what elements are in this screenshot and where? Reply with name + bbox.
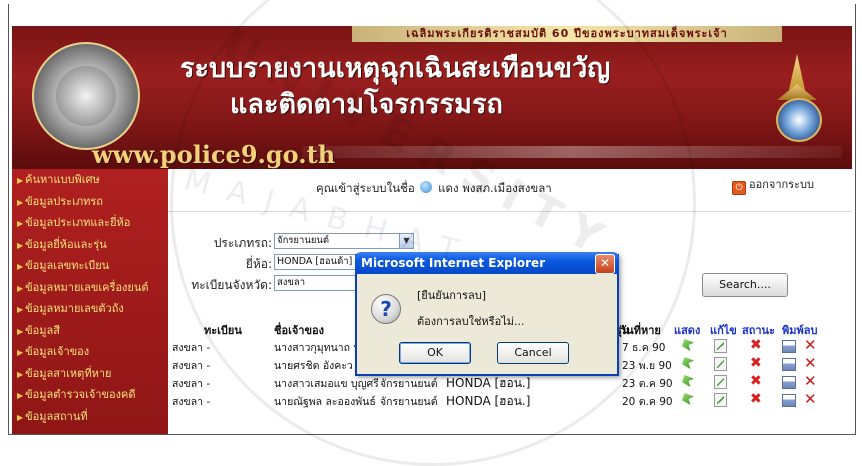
chevron-down-icon[interactable]: ▼ — [399, 234, 413, 248]
vehicle-type-label: ประเภทรถ: — [213, 236, 272, 250]
vehicle-type-select[interactable]: จักรยานยนต์ ▼ — [274, 233, 414, 249]
status-x-icon[interactable]: ✖ — [750, 391, 762, 407]
bullet-arrow-icon: ▶ — [17, 240, 24, 250]
confirm-dialog: Microsoft Internet Explorer ✕ ? [ยืนยันก… — [355, 252, 619, 376]
bullet-arrow-icon: ▶ — [17, 219, 24, 228]
logout-link[interactable]: ⏻ ออกจากระบบ — [732, 175, 814, 195]
sidebar-item-plate[interactable]: ▶ ข้อมูลเลขทะเบียน — [12, 255, 168, 277]
province-label: ทะเบียนจังหวัด: — [191, 278, 272, 292]
delete-icon[interactable]: ✕ — [804, 390, 817, 408]
delete-icon[interactable]: ✕ — [804, 372, 817, 390]
welcome-text: คุณเข้าสู่ระบบในชื่อ แดง พงสภ.เมืองสงขลา — [316, 181, 552, 195]
table-row: สงขลา - นายณัฐพล ละอองพันธ์ จักรยานยนต์ … — [172, 390, 817, 408]
brand-select[interactable]: HONDA [ฮอนด้า] — [274, 254, 360, 270]
search-button[interactable]: Search.... — [702, 273, 788, 297]
sidebar-item-engine-number[interactable]: ▶ ข้อมูลหมายเลขเครื่องยนต์ — [12, 277, 168, 299]
ok-button[interactable]: OK — [399, 342, 471, 364]
sidebar-item-type-brand[interactable]: ▶ ข้อมูลประเภทและยี่ห้อ — [12, 212, 168, 234]
site-title-line2: และติดตามโจรกรรมรถ — [230, 89, 503, 120]
bullet-arrow-icon: ▶ — [17, 176, 24, 185]
dialog-message: ต้องการลบใช่หรือไม่... — [417, 315, 525, 328]
cancel-button[interactable]: Cancel — [497, 342, 569, 364]
sidebar-item-brand-model[interactable]: ▶ ข้อมูลยี่ห้อและรุ่น — [12, 234, 168, 256]
power-icon: ⏻ — [732, 181, 746, 195]
bullet-arrow-icon: ▶ — [17, 305, 24, 314]
dialog-heading: [ยืนยันการลบ] — [417, 289, 486, 302]
bullet-arrow-icon: ▶ — [17, 391, 24, 400]
user-icon — [420, 181, 433, 193]
dialog-titlebar[interactable]: Microsoft Internet Explorer ✕ — [355, 252, 619, 274]
print-icon[interactable] — [782, 358, 796, 371]
bullet-arrow-icon: ▶ — [17, 326, 24, 336]
royal-emblem-icon — [772, 54, 822, 142]
police-logo-icon — [32, 42, 140, 150]
brand-label: ยี่ห้อ: — [245, 257, 272, 271]
sidebar-item-advanced-search[interactable]: ▶ ค้นหาแบบพิเศษ — [12, 169, 168, 191]
edit-icon[interactable] — [714, 339, 727, 353]
sidebar-item-case-officer[interactable]: ▶ ข้อมูลตำรวจเจ้าของคดี — [12, 384, 168, 406]
bullet-arrow-icon: ▶ — [17, 412, 24, 422]
top-banner: เฉลิมพระเกียรติราชสมบัติ 60 ปีของพระบาทส… — [352, 26, 782, 42]
site-header: เฉลิมพระเกียรติราชสมบัติ 60 ปีของพระบาทส… — [12, 26, 852, 169]
status-x-icon[interactable]: ✖ — [750, 355, 762, 371]
province-select[interactable]: สงขลา — [274, 275, 360, 291]
print-icon[interactable] — [782, 376, 796, 389]
sidebar-item-color[interactable]: ▶ ข้อมูลสี — [12, 320, 168, 342]
sidebar-item-location[interactable]: ▶ ข้อมูลสถานที่ — [12, 406, 168, 428]
site-url: www.police9.go.th — [92, 140, 336, 169]
sidebar-item-vehicle-type[interactable]: ▶ ข้อมูลประเภทรถ — [12, 191, 168, 213]
show-icon[interactable] — [682, 357, 694, 369]
bullet-arrow-icon: ▶ — [17, 262, 24, 271]
show-icon[interactable] — [682, 393, 694, 405]
close-icon[interactable]: ✕ — [595, 254, 615, 274]
edit-icon[interactable] — [714, 375, 727, 389]
print-icon[interactable] — [782, 394, 796, 407]
user-bar: คุณเข้าสู่ระบบในชื่อ แดง พงสภ.เมืองสงขลา… — [168, 169, 852, 212]
edit-icon[interactable] — [714, 357, 727, 371]
bullet-arrow-icon: ▶ — [17, 369, 24, 379]
bullet-arrow-icon: ▶ — [17, 283, 24, 293]
print-icon[interactable] — [782, 340, 796, 353]
delete-icon[interactable]: ✕ — [804, 336, 817, 354]
delete-icon[interactable]: ✕ — [804, 354, 817, 372]
bullet-arrow-icon: ▶ — [17, 348, 24, 357]
status-x-icon[interactable]: ✖ — [750, 373, 762, 389]
sidebar-item-owner[interactable]: ▶ ข้อมูลเจ้าของ — [12, 341, 168, 363]
header-stripe — [302, 146, 842, 158]
show-icon[interactable] — [682, 375, 694, 387]
show-icon[interactable] — [682, 339, 694, 351]
question-icon: ? — [371, 294, 401, 324]
bullet-arrow-icon: ▶ — [17, 197, 24, 207]
current-user: แดง พงสภ.เมืองสงขลา — [438, 181, 552, 195]
sidebar-item-chassis-number[interactable]: ▶ ข้อมูลหมายเลขตัวถัง — [12, 298, 168, 320]
status-x-icon[interactable]: ✖ — [750, 337, 762, 353]
edit-icon[interactable] — [714, 393, 727, 407]
sidebar-item-loss-cause[interactable]: ▶ ข้อมูลสาเหตุที่หาย — [12, 363, 168, 385]
sidebar-menu: ▶ ค้นหาแบบพิเศษ ▶ ข้อมูลประเภทรถ ▶ ข้อมูลปร… — [12, 169, 168, 434]
